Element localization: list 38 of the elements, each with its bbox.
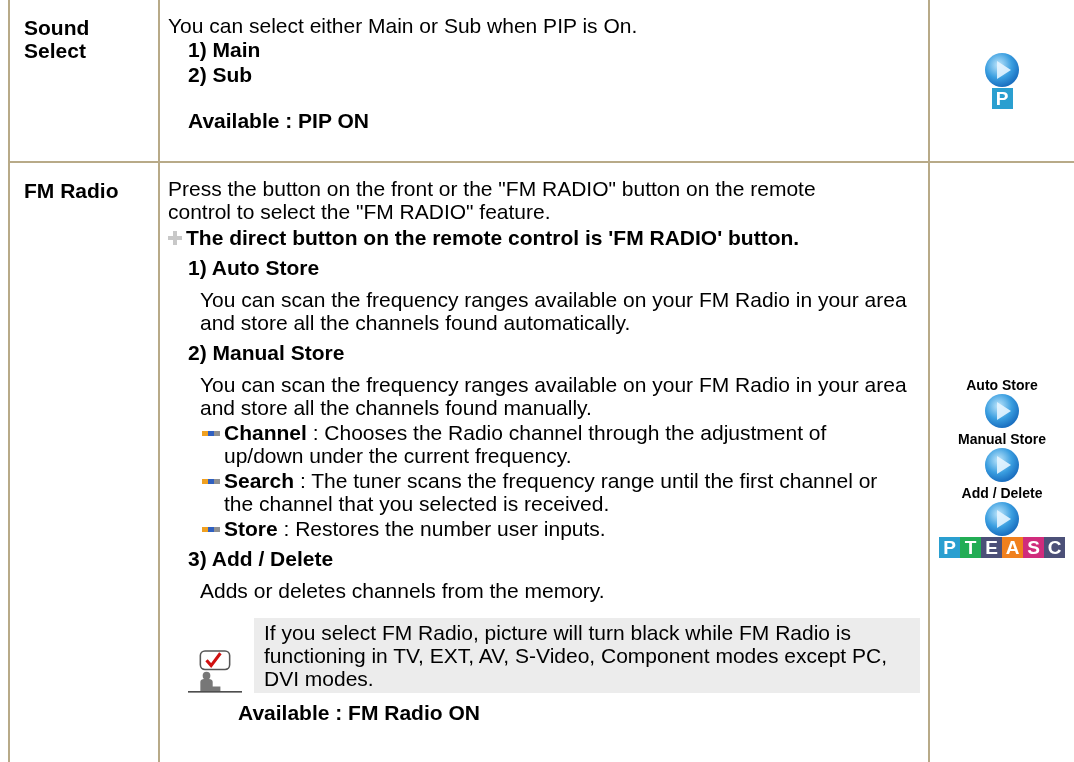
play-button-icon[interactable] [984, 392, 1020, 429]
dash-bullet-icon [202, 431, 220, 436]
letter-badge: E [981, 536, 1002, 558]
section-heading: 1) Auto Store [188, 256, 321, 279]
letter-badge: P [991, 88, 1013, 109]
play-button-icon[interactable] [984, 52, 1020, 88]
tip-box: If you select FM Radio, picture will turn black while FM Radio is functioning in TV, EXT, AV, S-Video, Component modes except PC, DVI modes. [254, 618, 920, 693]
option-text: 1) Main [187, 37, 262, 62]
available-text: Available : FM Radio ON [237, 701, 481, 724]
button-caption: Add / Delete [961, 484, 1043, 501]
row-label: Sound Select [23, 16, 91, 62]
row-label: FM Radio [23, 179, 120, 202]
subitem-text: Store : Restores the number user inputs. [224, 517, 606, 540]
section-heading: 3) Add / Delete [188, 547, 335, 570]
play-button-icon[interactable] [984, 446, 1020, 483]
dash-bullet-icon [202, 479, 220, 484]
section-text: Adds or deletes channels from the memory. [199, 579, 606, 602]
letter-badge: A [1002, 536, 1023, 558]
section-text: You can scan the frequency ranges available on your FM Radio in your area and store all the channels found manually. [199, 373, 908, 419]
available-text: Available : PIP ON [187, 109, 370, 132]
play-button-icon[interactable] [984, 500, 1020, 537]
letter-badge: P [939, 536, 960, 558]
subitem-text: Search : The tuner scans the frequency range until the first channel or the channel that you selected is received. [224, 469, 879, 515]
button-caption: Auto Store [966, 376, 1038, 393]
section-text: You can scan the frequency ranges available on your FM Radio in your area and store all the channels found automatically. [199, 288, 908, 334]
description-text: You can select either Main or Sub when PIP is On. [168, 14, 639, 37]
letter-badge: T [960, 536, 981, 558]
option-text: 2) Sub [187, 62, 254, 87]
plus-icon [168, 230, 182, 245]
letter-badge: S [1023, 536, 1044, 558]
dash-bullet-icon [202, 527, 220, 532]
letter-badge: C [1044, 536, 1065, 558]
description-text: Press the button on the front or the "FM RADIO" button on the remote control to select the "FM RADIO" feature. [168, 177, 817, 223]
person-check-bubble-icon [188, 649, 242, 693]
note-text: The direct button on the remote control is 'FM RADIO' button. [186, 226, 800, 249]
button-caption: Manual Store [958, 430, 1046, 447]
subitem-text: Channel : Chooses the Radio channel through the adjustment of up/down under the current frequency. [224, 421, 828, 467]
section-heading: 2) Manual Store [188, 341, 346, 364]
